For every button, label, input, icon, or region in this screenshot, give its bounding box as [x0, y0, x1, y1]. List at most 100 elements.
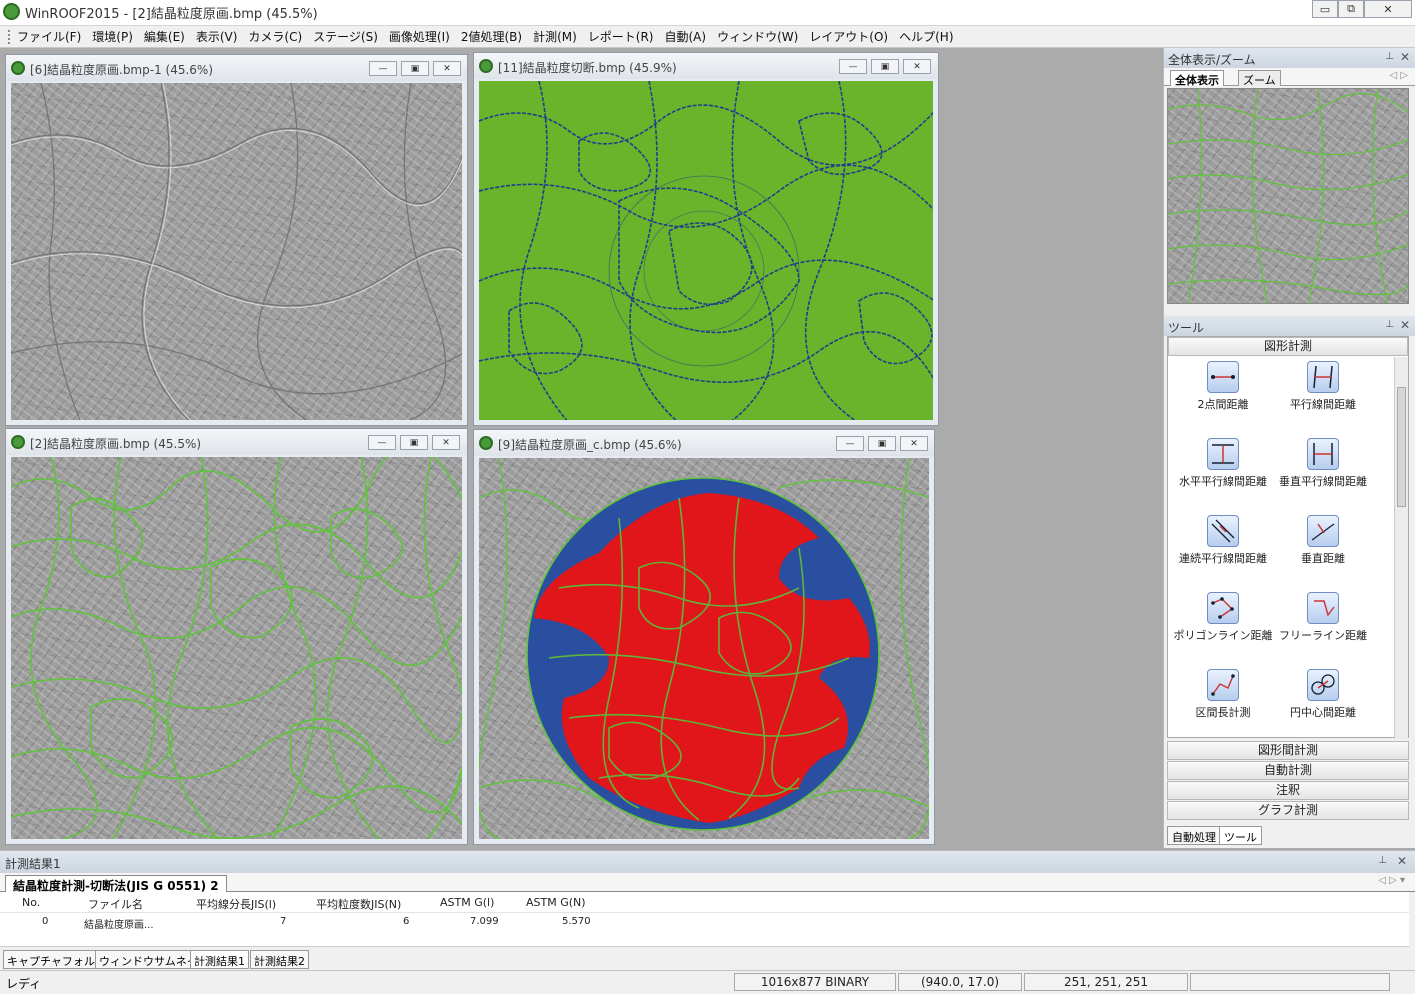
- tool-label: 水平平行線間距離: [1179, 475, 1267, 488]
- image-window-original-2[interactable]: [2]結晶粒度原画.bmp (45.5%) — ▣ ✕: [5, 428, 468, 845]
- menu-file[interactable]: ファイル(F): [17, 28, 81, 45]
- micrograph-image[interactable]: [11, 83, 462, 420]
- parallel-distance-icon: [1307, 361, 1339, 393]
- section-length-icon: [1207, 669, 1239, 701]
- child-restore-button[interactable]: ▣: [868, 436, 896, 451]
- tab-grain-size-cut[interactable]: 結晶粒度計測-切断法(JIS G 0551) 2: [5, 875, 227, 893]
- tab-overview[interactable]: 全体表示: [1170, 70, 1224, 87]
- results-panel-header[interactable]: 計測結果1 ⊥ ✕: [0, 851, 1415, 873]
- menu-stage[interactable]: ステージ(S): [313, 28, 378, 45]
- tool-parallel-distance[interactable]: 平行線間距離: [1268, 361, 1378, 431]
- column-header[interactable]: ASTM G(l): [440, 896, 494, 909]
- menu-camera[interactable]: カメラ(C): [248, 28, 302, 45]
- table-cell[interactable]: 0: [42, 916, 48, 927]
- column-header[interactable]: ファイル名: [88, 896, 143, 912]
- tab-scroll-arrows[interactable]: ◁ ▷: [1389, 70, 1408, 81]
- overview-thumbnail[interactable]: [1167, 88, 1409, 304]
- free-line-icon: [1307, 592, 1339, 624]
- column-header[interactable]: 平均粒度数JIS(N): [316, 896, 401, 912]
- tool-free-line[interactable]: フリーライン距離: [1268, 592, 1378, 662]
- perpendicular-distance-icon: [1307, 515, 1339, 547]
- table-cell[interactable]: 7.099: [470, 916, 499, 927]
- image-window-original-1[interactable]: [6]結晶粒度原画.bmp-1 (45.6%) — ▣ ✕: [5, 54, 468, 426]
- menu-binary-processing[interactable]: 2値処理(B): [461, 28, 522, 45]
- menu-layout[interactable]: レイアウト(O): [809, 28, 888, 45]
- child-close-button[interactable]: ✕: [433, 61, 461, 76]
- menu-image-processing[interactable]: 画像処理(I): [389, 28, 450, 45]
- menu-view[interactable]: 表示(V): [196, 28, 238, 45]
- minimize-button[interactable]: ▭: [1312, 0, 1338, 18]
- menu-help[interactable]: ヘルプ(H): [899, 28, 953, 45]
- tool-continuous-parallel[interactable]: 連続平行線間距離: [1168, 515, 1278, 585]
- tab-scroll-arrows[interactable]: ◁ ▷ ▾: [1378, 875, 1405, 886]
- tab-results-1[interactable]: 計測結果1: [190, 950, 249, 969]
- boundary-overlay-image[interactable]: [11, 457, 462, 839]
- menu-report[interactable]: レポート(R): [588, 28, 654, 45]
- group-auto-measure[interactable]: 自動計測: [1167, 761, 1409, 780]
- close-button[interactable]: ✕: [1364, 0, 1412, 18]
- image-window-icon: [11, 435, 25, 449]
- tool-circle-center-distance[interactable]: 円中心間距離: [1268, 669, 1378, 739]
- tab-tools[interactable]: ツール: [1219, 826, 1262, 845]
- tool-vertical-parallel[interactable]: 垂直平行線間距離: [1268, 438, 1378, 508]
- child-minimize-button[interactable]: —: [839, 59, 867, 74]
- tool-two-point-distance[interactable]: 2点間距離: [1168, 361, 1278, 431]
- image-window-titlebar[interactable]: [6]結晶粒度原画.bmp-1 (45.6%) — ▣ ✕: [6, 55, 467, 81]
- group-shape-measure[interactable]: 図形計測: [1168, 337, 1408, 356]
- child-restore-button[interactable]: ▣: [400, 435, 428, 450]
- column-header[interactable]: ASTM G(N): [526, 896, 586, 909]
- overview-panel-title: 全体表示/ズーム: [1168, 53, 1256, 67]
- tool-scrollbar[interactable]: [1394, 357, 1408, 739]
- status-image-info: 1016x877 BINARY: [734, 973, 896, 991]
- pin-icon[interactable]: ⊥: [1385, 51, 1394, 62]
- tool-polygon-line[interactable]: ポリゴンライン距離: [1168, 592, 1278, 662]
- menu-measure[interactable]: 計測(M): [533, 28, 577, 45]
- child-minimize-button[interactable]: —: [369, 61, 397, 76]
- child-restore-button[interactable]: ▣: [871, 59, 899, 74]
- cut-result-image[interactable]: [479, 81, 933, 420]
- right-dock-panel: 全体表示/ズーム ⊥ ✕ 全体表示 ズーム ◁ ▷ ツール ⊥ ✕ 図形計測 2…: [1163, 48, 1415, 848]
- child-minimize-button[interactable]: —: [368, 435, 396, 450]
- child-minimize-button[interactable]: —: [836, 436, 864, 451]
- table-cell[interactable]: 6: [403, 916, 409, 927]
- menu-environment[interactable]: 環境(P): [92, 28, 133, 45]
- tab-results-2[interactable]: 計測結果2: [250, 950, 309, 969]
- pin-icon[interactable]: ⊥: [1385, 319, 1394, 330]
- child-close-button[interactable]: ✕: [432, 435, 460, 450]
- close-icon[interactable]: ✕: [1400, 50, 1410, 64]
- child-close-button[interactable]: ✕: [900, 436, 928, 451]
- menu-auto[interactable]: 自動(A): [664, 28, 706, 45]
- menu-window[interactable]: ウィンドウ(W): [717, 28, 798, 45]
- table-cell[interactable]: 7: [280, 916, 286, 927]
- scrollbar-thumb[interactable]: [1397, 387, 1406, 507]
- results-panel: 計測結果1 ⊥ ✕ 結晶粒度計測-切断法(JIS G 0551) 2 ◁ ▷ ▾…: [0, 850, 1415, 970]
- restore-button[interactable]: ⧉: [1338, 0, 1364, 18]
- tool-perpendicular-distance[interactable]: 垂直距離: [1268, 515, 1378, 585]
- status-rgb: 251, 251, 251: [1024, 973, 1188, 991]
- tools-panel-header[interactable]: ツール ⊥ ✕: [1164, 316, 1415, 336]
- image-window-colored[interactable]: [9]結晶粒度原画_c.bmp (45.6%) — ▣ ✕: [473, 429, 935, 845]
- table-cell[interactable]: 5.570: [562, 916, 591, 927]
- tool-horizontal-parallel[interactable]: 水平平行線間距離: [1168, 438, 1278, 508]
- group-annotation[interactable]: 注釈: [1167, 781, 1409, 800]
- column-header[interactable]: No.: [22, 896, 40, 909]
- pin-icon[interactable]: ⊥: [1378, 855, 1387, 866]
- child-close-button[interactable]: ✕: [903, 59, 931, 74]
- image-window-cut[interactable]: [11]結晶粒度切断.bmp (45.9%) — ▣ ✕: [473, 52, 939, 426]
- image-window-titlebar[interactable]: [2]結晶粒度原画.bmp (45.5%) — ▣ ✕: [6, 429, 467, 455]
- group-inter-shape[interactable]: 図形間計測: [1167, 741, 1409, 760]
- table-cell[interactable]: 結晶粒度原画...: [84, 916, 154, 931]
- tool-section-length[interactable]: 区間長計測: [1168, 669, 1278, 739]
- image-window-titlebar[interactable]: [11]結晶粒度切断.bmp (45.9%) — ▣ ✕: [474, 53, 938, 79]
- child-restore-button[interactable]: ▣: [401, 61, 429, 76]
- image-window-titlebar[interactable]: [9]結晶粒度原画_c.bmp (45.6%) — ▣ ✕: [474, 430, 934, 456]
- tab-auto-process[interactable]: 自動処理: [1167, 826, 1221, 845]
- overview-panel-header[interactable]: 全体表示/ズーム ⊥ ✕: [1164, 48, 1415, 68]
- close-icon[interactable]: ✕: [1400, 318, 1410, 332]
- colored-grain-image[interactable]: [479, 458, 929, 839]
- close-icon[interactable]: ✕: [1397, 854, 1407, 868]
- menu-edit[interactable]: 編集(E): [144, 28, 185, 45]
- tab-zoom[interactable]: ズーム: [1238, 70, 1281, 87]
- group-graph-measure[interactable]: グラフ計測: [1167, 801, 1409, 820]
- column-header[interactable]: 平均線分長JIS(l): [196, 896, 276, 912]
